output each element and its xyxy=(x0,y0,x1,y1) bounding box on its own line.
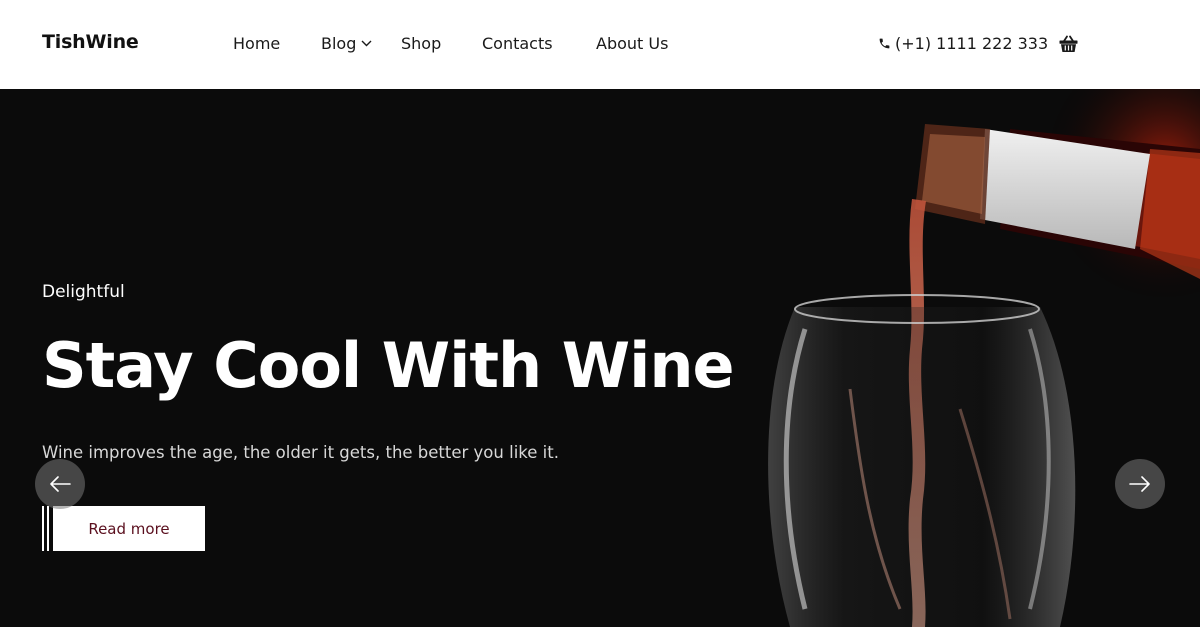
nav-item-about-us[interactable]: About Us xyxy=(596,34,668,53)
button-accent-line xyxy=(42,506,44,551)
phone-icon xyxy=(879,38,890,48)
slider-next-button[interactable] xyxy=(1115,459,1165,509)
arrow-left-icon xyxy=(50,476,71,492)
site-header: TishWine Home Blog Shop Contacts About U… xyxy=(0,0,1200,89)
arrow-right-icon xyxy=(1129,476,1150,492)
hero-eyebrow: Delightful xyxy=(42,282,125,302)
read-more-box: Read more xyxy=(53,506,205,551)
read-more-label: Read more xyxy=(88,519,170,538)
hero-headline: Stay Cool With Wine xyxy=(42,329,735,402)
button-accent-line xyxy=(47,506,49,551)
chevron-down-icon xyxy=(361,40,372,46)
hero-slider: Delightful Stay Cool With Wine Wine impr… xyxy=(0,89,1200,627)
basket-icon[interactable] xyxy=(1059,35,1078,53)
nav-item-contacts[interactable]: Contacts xyxy=(482,34,553,53)
nav-item-home[interactable]: Home xyxy=(233,34,280,53)
phone-link[interactable]: (+1) 1111 222 333 xyxy=(878,34,1048,53)
hero-subtext: Wine improves the age, the older it gets… xyxy=(42,443,559,462)
logo[interactable]: TishWine xyxy=(42,31,139,53)
slider-prev-button[interactable] xyxy=(35,459,85,509)
read-more-button[interactable]: Read more xyxy=(42,506,205,551)
nav-item-blog[interactable]: Blog xyxy=(321,34,372,53)
phone-number: (+1) 1111 222 333 xyxy=(895,34,1049,53)
nav-item-shop[interactable]: Shop xyxy=(401,34,441,53)
nav-item-blog-label: Blog xyxy=(321,34,357,53)
